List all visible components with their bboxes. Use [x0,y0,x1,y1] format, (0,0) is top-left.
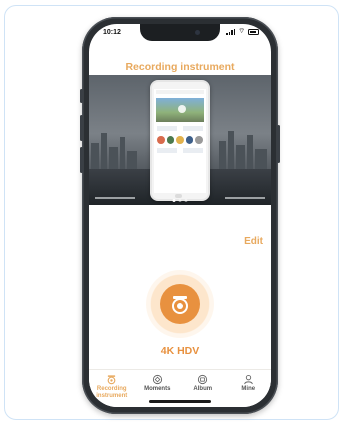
home-indicator[interactable] [149,400,211,403]
tab-label: Mine [241,386,256,392]
banner-page-indicator[interactable] [172,199,188,202]
camera-icon [195,30,200,35]
phone-screen: 10:12 ⌔ Recording instrument Edit 4K HDV… [89,24,271,407]
device-card[interactable]: 4K HDV [146,270,214,360]
mute-switch [80,89,83,103]
person-icon [243,375,253,385]
wifi-icon: ⌔ [238,28,245,35]
volume-down-button [80,147,83,173]
moments-icon [152,374,162,385]
dashcam-device-icon [160,284,200,324]
app-preview-video [156,98,204,122]
status-time: 10:12 [103,29,121,36]
tab-mine[interactable]: Mine [226,370,272,407]
promo-banner[interactable] [89,75,271,205]
app-preview-album-thumbnails [157,136,203,144]
page-dot[interactable] [172,199,176,202]
phone-notch [140,24,220,41]
tab-label: Moments [144,386,171,392]
edit-button[interactable]: Edit [244,236,263,247]
play-icon [178,105,186,113]
device-name: 4K HDV [160,345,200,357]
album-icon [198,374,208,385]
camera-lens-icon [172,296,188,314]
signal-icon [226,29,236,35]
app-preview-phone [150,80,210,201]
volume-up-button [80,115,83,141]
status-icons: ⌔ [226,28,259,35]
page-dot[interactable] [184,199,188,202]
dashcam-icon [107,375,116,385]
tab-label: Album [193,386,213,392]
page-title: Recording instrument [125,61,235,73]
home-button-icon [175,194,182,198]
page-dot[interactable] [178,199,182,202]
battery-icon [248,29,259,35]
tab-label: Recording instrument [96,386,128,399]
phone-mockup: 10:12 ⌔ Recording instrument Edit 4K HDV… [80,17,280,414]
tab-recording-instrument[interactable]: Recording instrument [89,370,135,407]
power-button [277,125,280,163]
app-preview-screen [154,89,206,193]
